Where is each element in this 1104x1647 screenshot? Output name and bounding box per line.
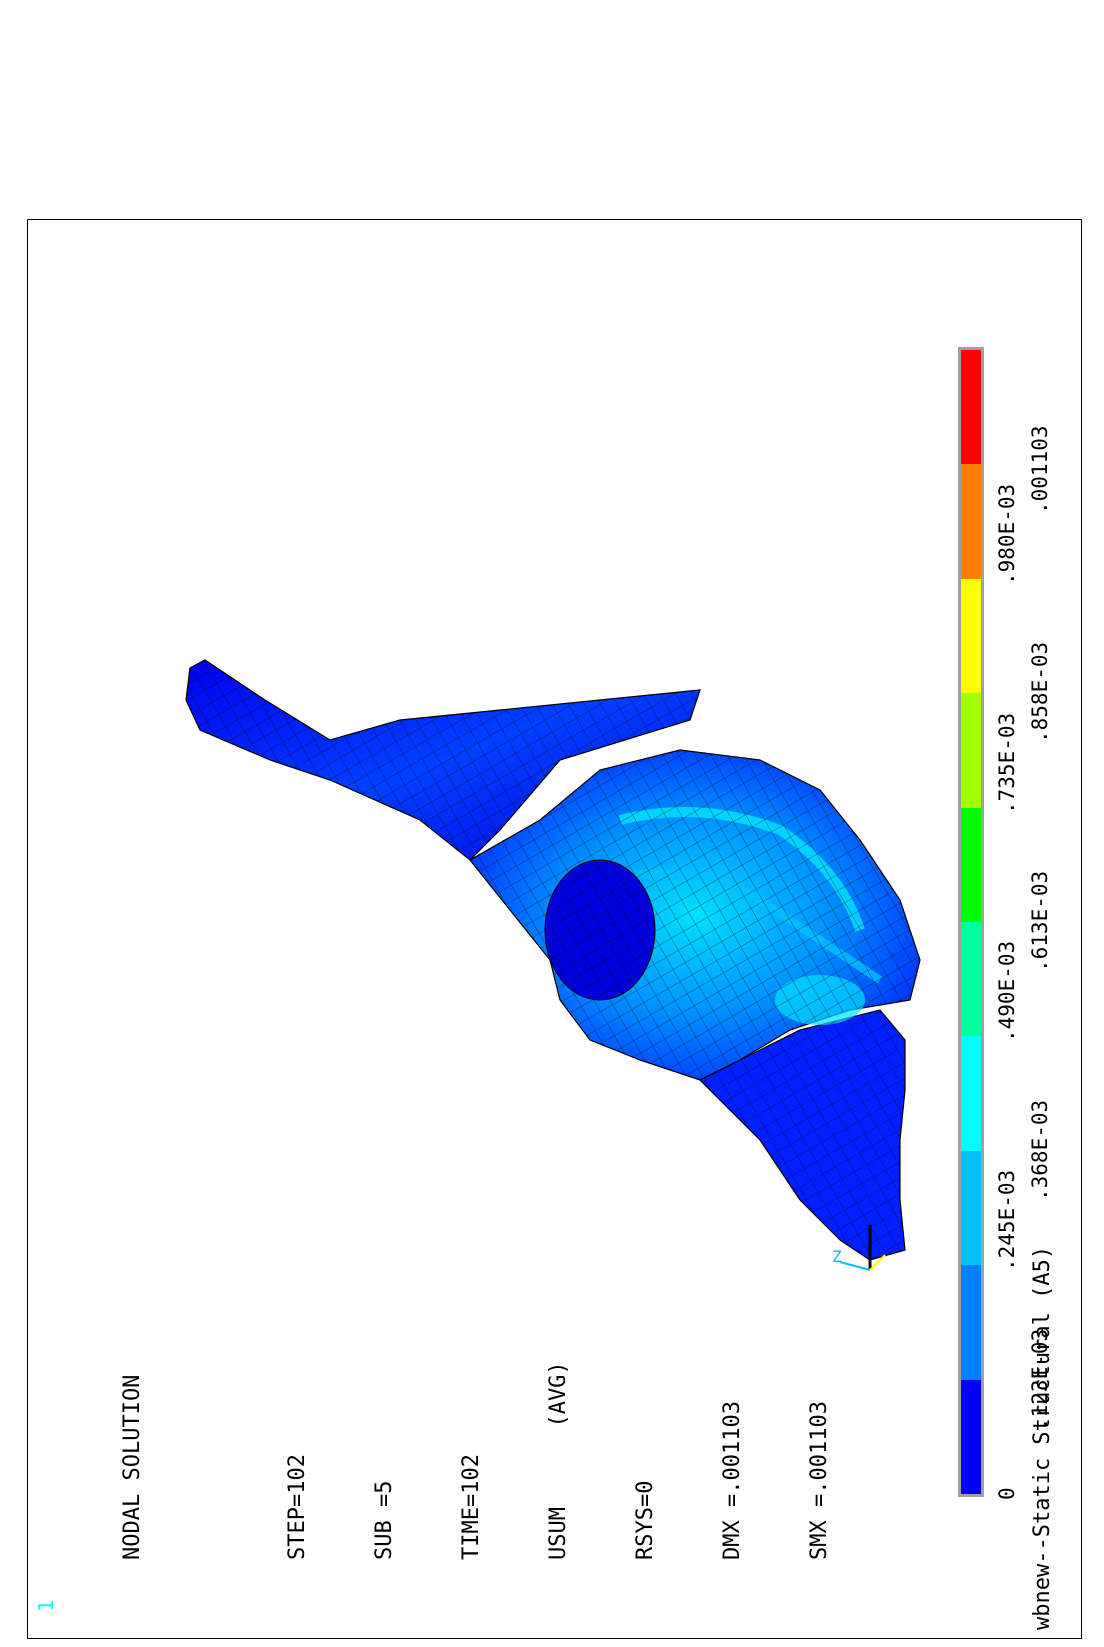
legend-color-band (961, 1150, 981, 1266)
legend-color-band (961, 693, 981, 808)
legend-label-upper: .368E-03 (1028, 1099, 1052, 1201)
legend-label-lower: .245E-03 (995, 1170, 1019, 1272)
legend-color-band (961, 1036, 981, 1151)
legend-label-upper: .613E-03 (1028, 870, 1052, 972)
analysis-title: wbnew--Static Structural (A5) (1030, 1245, 1055, 1630)
legend-label-upper: .858E-03 (1028, 642, 1052, 744)
triad-z-label: Z (832, 1247, 842, 1266)
legend-color-band (961, 1265, 981, 1380)
legend-label-upper: .001103 (1028, 425, 1052, 515)
legend-colorbar (958, 347, 984, 1497)
legend-color-band (961, 350, 981, 465)
legend-color-band (961, 464, 981, 579)
legend-color-band (961, 807, 981, 922)
legend-color-band (961, 578, 981, 694)
mesh-body (185, 659, 921, 1261)
graphics-viewport[interactable]: 1 NODAL SOLUTION STEP=102 SUB =5 TIME=10… (0, 0, 1104, 1647)
legend-label-lower: .735E-03 (995, 712, 1019, 814)
legend-label-lower: 0 (995, 1487, 1019, 1500)
legend-label-lower: .980E-03 (995, 483, 1019, 585)
model-plot: Z (185, 659, 921, 1271)
legend-color-band (961, 1379, 981, 1494)
legend-color-band (961, 922, 981, 1037)
legend-label-lower: .490E-03 (995, 941, 1019, 1043)
